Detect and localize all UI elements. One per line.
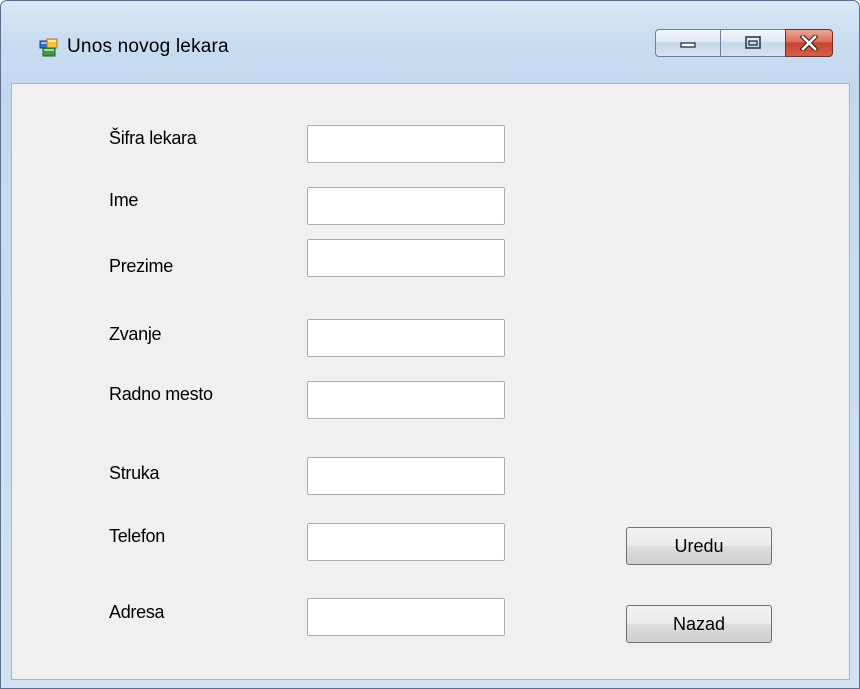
uredu-button[interactable]: Uredu xyxy=(626,527,772,565)
radno-mesto-label: Radno mesto xyxy=(109,384,213,404)
close-button[interactable] xyxy=(785,29,833,57)
caption-buttons xyxy=(655,29,833,59)
title-bar[interactable]: Unos novog lekara xyxy=(1,1,859,83)
maximize-icon xyxy=(745,36,761,49)
zvanje-label: Zvanje xyxy=(109,324,162,344)
struka-input[interactable] xyxy=(307,457,505,495)
app-window: Unos novog lekara Šifra lekara Ime Prezi… xyxy=(0,0,860,689)
nazad-button[interactable]: Nazad xyxy=(626,605,772,643)
adresa-label: Adresa xyxy=(109,602,165,622)
prezime-input[interactable] xyxy=(307,239,505,277)
struka-label: Struka xyxy=(109,463,160,483)
minimize-icon xyxy=(680,42,696,48)
telefon-label: Telefon xyxy=(109,526,165,546)
app-window-icon[interactable] xyxy=(39,38,59,58)
prezime-label: Prezime xyxy=(109,256,173,276)
sifra-lekara-label: Šifra lekara xyxy=(109,128,197,148)
close-icon xyxy=(799,35,819,51)
window-title: Unos novog lekara xyxy=(67,36,229,57)
sifra-lekara-input[interactable] xyxy=(307,125,505,163)
ime-label: Ime xyxy=(109,190,139,210)
zvanje-input[interactable] xyxy=(307,319,505,357)
ime-input[interactable] xyxy=(307,187,505,225)
minimize-button[interactable] xyxy=(655,29,721,57)
adresa-input[interactable] xyxy=(307,598,505,636)
radno-mesto-input[interactable] xyxy=(307,381,505,419)
maximize-button[interactable] xyxy=(720,29,786,57)
telefon-input[interactable] xyxy=(307,523,505,561)
